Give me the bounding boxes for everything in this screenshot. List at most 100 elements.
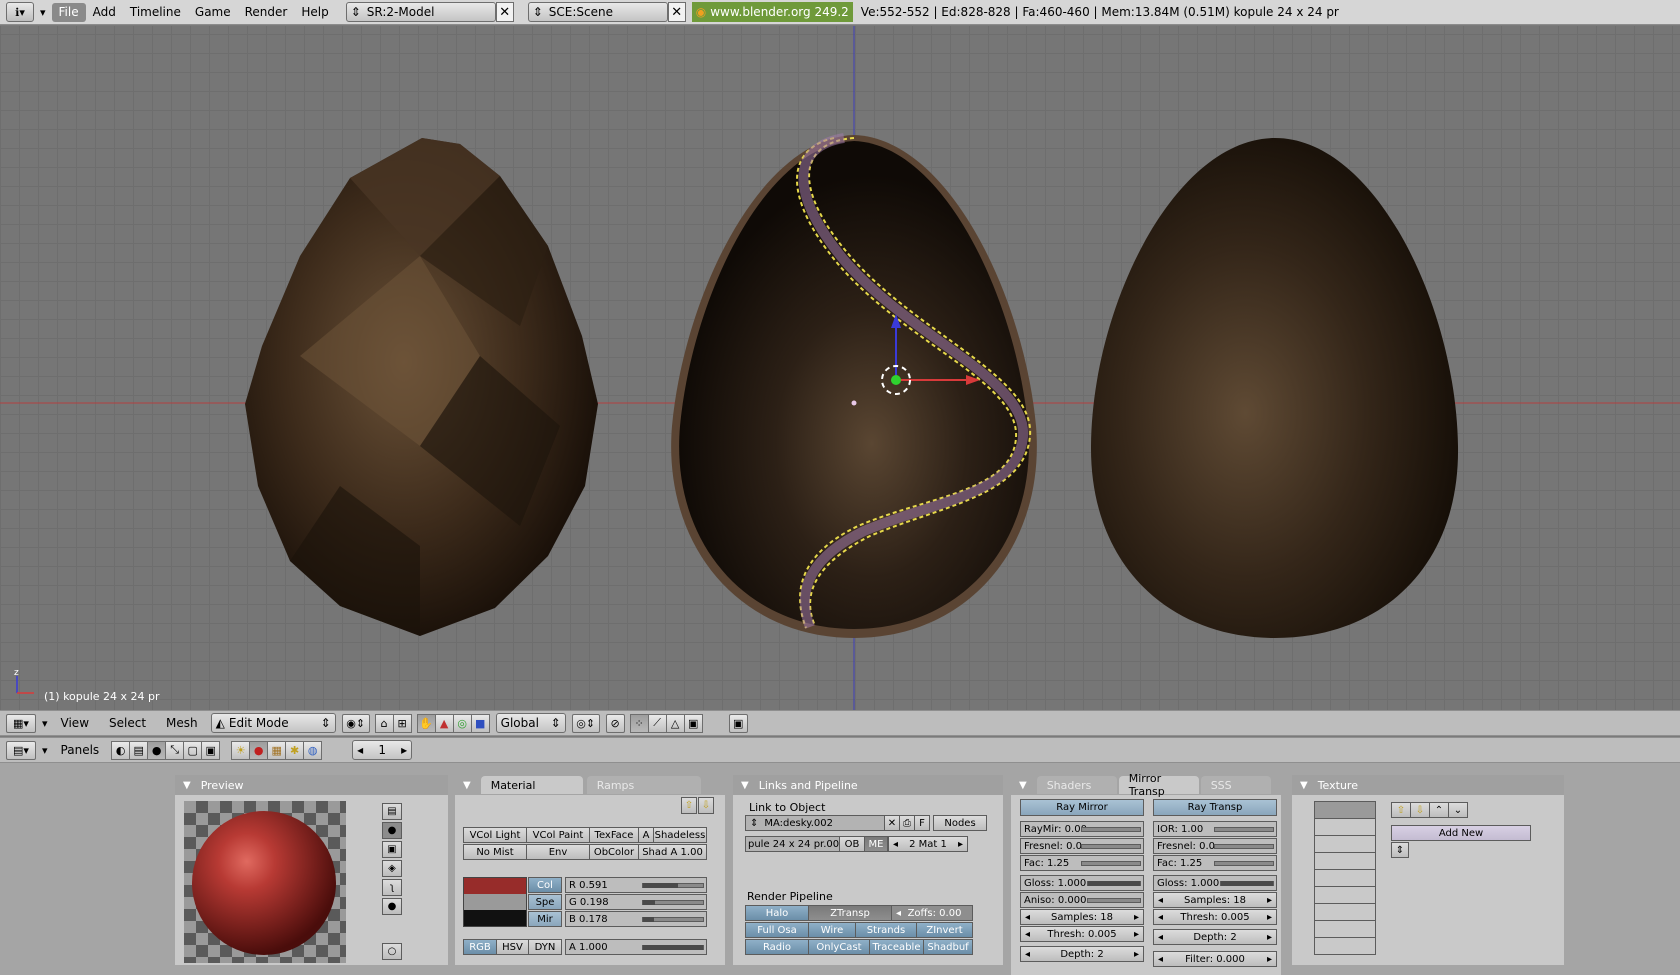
collapse-triangle-icon[interactable]: ▼ [1300, 780, 1308, 791]
orientation-selector[interactable]: Global ⇕ [495, 713, 566, 733]
mirror-gloss-slider[interactable]: Gloss: 1.000 [1020, 875, 1144, 891]
texture-browse-icon[interactable]: ⇕ [1391, 842, 1409, 858]
shadbuf-toggle[interactable]: Shadbuf [923, 939, 973, 955]
links-panel-header[interactable]: ▼ Links and Pipeline [733, 775, 1003, 795]
spe-tab[interactable]: Spe [528, 894, 562, 910]
lamp-subcontext-icon[interactable]: ☀ [231, 740, 251, 760]
occlude-icon[interactable]: ▣ [683, 713, 703, 733]
close-scene-button[interactable]: ✕ [667, 2, 686, 22]
arrow-right-icon[interactable]: ▸ [1134, 929, 1139, 940]
object-context-icon[interactable]: ⤡ [165, 740, 185, 760]
paste-material-icon[interactable]: ⇩ [698, 797, 714, 814]
material-name-field[interactable]: ⇕ MA:desky.002 [745, 815, 885, 831]
shadeless-toggle[interactable]: Shadeless [653, 827, 707, 843]
snap-icon[interactable]: ⊞ [392, 713, 412, 733]
arrow-left-icon[interactable]: ◂ [357, 743, 363, 757]
arrow-right-icon[interactable]: ▸ [1134, 912, 1139, 923]
texture-subcontext-icon[interactable]: ▦ [267, 740, 287, 760]
pivot-icon[interactable]: ⌂ [374, 713, 394, 733]
wire-toggle[interactable]: Wire [808, 922, 856, 938]
mirror-samples-field[interactable]: ◂ Samples: 18 ▸ [1020, 909, 1144, 925]
traceable-toggle[interactable]: Traceable [869, 939, 924, 955]
faceted-egg[interactable] [245, 138, 598, 636]
preview-cube-icon[interactable]: ▣ [382, 841, 402, 858]
arrow-left-icon[interactable]: ◂ [1158, 954, 1163, 965]
copy-texture-icon[interactable]: ⇧ [1391, 802, 1411, 818]
arrow-left-icon[interactable]: ◂ [1025, 929, 1030, 940]
menu-select[interactable]: Select [102, 714, 153, 733]
frame-number-field[interactable]: ◂ 1 ▸ [352, 740, 413, 760]
menu-game[interactable]: Game [188, 3, 238, 22]
mode-selector[interactable]: ◭ Edit Mode ⇕ [210, 713, 336, 733]
env-toggle[interactable]: Env [526, 844, 590, 860]
transp-samples-field[interactable]: ◂ Samples: 18 ▸ [1153, 892, 1277, 908]
vcol-light-toggle[interactable]: VCol Light [463, 827, 527, 843]
arrow-left-icon[interactable]: ◂ [896, 908, 901, 919]
diffuse-color-swatch[interactable] [464, 878, 526, 894]
add-new-texture-button[interactable]: Add New [1391, 825, 1531, 841]
tab-material[interactable]: Material [480, 776, 583, 794]
scale-icon[interactable]: ■ [470, 713, 490, 733]
link-me-button[interactable]: ME [864, 836, 888, 852]
proportional-edit-icon[interactable]: ◎⇕ [571, 713, 600, 733]
collapse-triangle-icon[interactable]: ▼ [463, 780, 471, 791]
arrow-right-icon[interactable]: ▸ [1134, 949, 1139, 960]
transp-thresh-field[interactable]: ◂ Thresh: 0.005 ▸ [1153, 909, 1277, 925]
logic-context-icon[interactable]: ◐ [111, 740, 131, 760]
strands-toggle[interactable]: Strands [855, 922, 917, 938]
mirror-thresh-field[interactable]: ◂ Thresh: 0.005 ▸ [1020, 926, 1144, 942]
mirror-fac-slider[interactable]: Fac: 1.25 [1020, 855, 1144, 871]
preview-flat-icon[interactable]: ▤ [382, 803, 402, 820]
mirror-fresnel-slider[interactable]: Fresnel: 0.0 [1020, 838, 1144, 854]
translate-icon[interactable]: ▲ [434, 713, 454, 733]
header-collapse-icon[interactable]: ▾ [42, 717, 48, 730]
transp-filter-field[interactable]: ◂ Filter: 0.000 ▸ [1153, 951, 1277, 967]
menu-timeline[interactable]: Timeline [123, 3, 188, 22]
texface-toggle[interactable]: TexFace [589, 827, 639, 843]
rgb-mode-button[interactable]: RGB [463, 939, 497, 955]
menu-render[interactable]: Render [238, 3, 295, 22]
arrow-left-icon[interactable]: ◂ [1025, 912, 1030, 923]
texture-channel-list[interactable] [1314, 801, 1376, 955]
collapse-triangle-icon[interactable]: ▼ [741, 780, 749, 791]
arrow-left-icon[interactable]: ◂ [1158, 912, 1163, 923]
green-slider[interactable]: G 0.198 [565, 894, 707, 910]
tab-sss[interactable]: SSS [1200, 776, 1271, 794]
vcol-paint-toggle[interactable]: VCol Paint [526, 827, 590, 843]
arrow-left-icon[interactable]: ◂ [1025, 949, 1030, 960]
transp-fac-slider[interactable]: Fac: 1.25 [1153, 855, 1277, 871]
alpha-slider[interactable]: A 1.000 [565, 939, 707, 955]
transp-gloss-slider[interactable]: Gloss: 1.000 [1153, 875, 1277, 891]
move-up-icon[interactable]: ⌃ [1429, 802, 1449, 818]
mirror-depth-field[interactable]: ◂ Depth: 2 ▸ [1020, 946, 1144, 962]
tab-mirror-transp[interactable]: Mirror Transp [1118, 772, 1199, 798]
red-slider[interactable]: R 0.591 [565, 877, 707, 893]
col-tab[interactable]: Col [528, 877, 562, 893]
ior-slider[interactable]: IOR: 1.00 [1153, 821, 1277, 837]
mesh-name-field[interactable]: pule 24 x 24 pr.001 [745, 836, 840, 852]
blue-slider[interactable]: B 0.178 [565, 911, 707, 927]
radio-toggle[interactable]: Radio [745, 939, 809, 955]
collapse-triangle-icon[interactable]: ▼ [183, 780, 191, 791]
preview-world-toggle-icon[interactable]: ○ [382, 943, 402, 960]
dyn-mode-button[interactable]: DYN [528, 939, 562, 955]
shadow-alpha-field[interactable]: Shad A 1.00 [638, 844, 707, 860]
transp-fresnel-slider[interactable]: Fresnel: 0.0 [1153, 838, 1277, 854]
nodes-button[interactable]: Nodes [933, 815, 987, 831]
arrow-right-icon[interactable]: ▸ [1267, 932, 1272, 943]
info-editor-icon[interactable]: ℹ▾ [6, 2, 34, 22]
world-subcontext-icon[interactable]: ◍ [303, 740, 323, 760]
arrow-left-icon[interactable]: ◂ [1158, 895, 1163, 906]
menu-help[interactable]: Help [294, 3, 335, 22]
full-osa-toggle[interactable]: Full Osa [745, 922, 809, 938]
specular-color-swatch[interactable] [464, 894, 526, 910]
ray-mirror-toggle[interactable]: Ray Mirror [1020, 799, 1144, 816]
arrow-right-icon[interactable]: ▸ [1267, 895, 1272, 906]
shading-context-icon[interactable]: ● [147, 740, 167, 760]
onlycast-toggle[interactable]: OnlyCast [808, 939, 870, 955]
hand-icon[interactable]: ✋ [416, 713, 436, 733]
zoffs-field[interactable]: ◂ Zoffs: 0.00 [891, 905, 973, 921]
script-context-icon[interactable]: ▤ [129, 740, 149, 760]
fake-user-icon[interactable]: ⎙ [899, 815, 915, 831]
mirror-color-swatch[interactable] [464, 910, 526, 926]
